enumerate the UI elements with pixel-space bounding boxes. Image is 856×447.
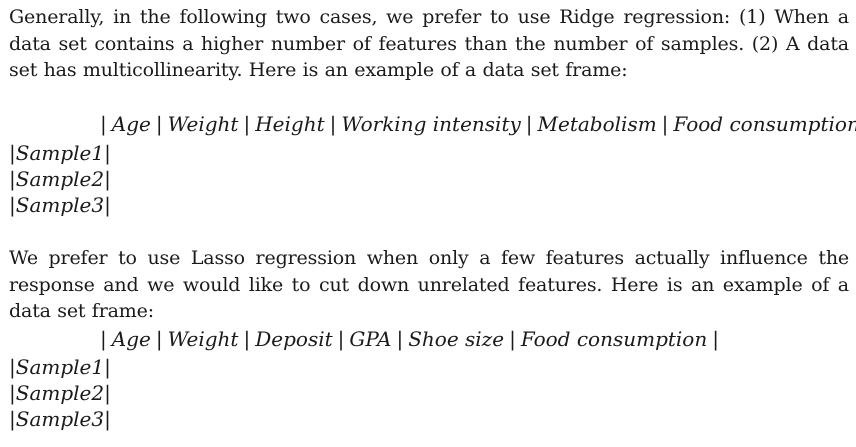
column-header-deposit: Deposit <box>255 327 333 351</box>
ridge-table-row: |Sample2| <box>9 166 111 192</box>
sample-label: Sample1 <box>15 141 105 165</box>
column-separator: | <box>100 327 107 351</box>
column-separator: | <box>243 112 251 136</box>
row-bar: | <box>104 141 111 165</box>
column-header-height: Height <box>255 112 325 136</box>
sample-label: Sample1 <box>15 355 105 379</box>
row-bar: | <box>104 193 111 217</box>
column-separator: | <box>661 112 669 136</box>
column-header-gpa: GPA <box>349 327 392 351</box>
lasso-table-row: |Sample3| <box>9 406 111 432</box>
column-separator: | <box>155 112 163 136</box>
column-separator: | <box>329 112 337 136</box>
column-header-food-consumption: Food consumption <box>520 327 708 351</box>
column-header-age: Age <box>111 112 151 136</box>
column-header-shoe-size: Shoe size <box>408 327 505 351</box>
row-bar: | <box>9 355 16 379</box>
column-separator: | <box>396 327 404 351</box>
lasso-table-row: |Sample1| <box>9 354 111 380</box>
row-bar: | <box>104 381 111 405</box>
ridge-paragraph: Generally, in the following two cases, w… <box>9 6 849 81</box>
column-header-weight: Weight <box>167 327 239 351</box>
sample-label: Sample2 <box>15 167 105 191</box>
row-bar: | <box>104 167 111 191</box>
sample-label: Sample3 <box>15 407 105 431</box>
column-separator: | <box>509 327 516 351</box>
lasso-paragraph: We prefer to use Lasso regression when o… <box>9 247 849 322</box>
column-header-weight: Weight <box>167 112 239 136</box>
column-header-working-intensity: Working intensity <box>341 112 521 136</box>
column-separator: | <box>337 327 345 351</box>
column-separator: | <box>712 327 719 351</box>
row-bar: | <box>9 407 16 431</box>
column-separator: | <box>243 327 251 351</box>
column-header-metabolism: Metabolism <box>537 112 657 136</box>
lasso-table-row: |Sample2| <box>9 380 111 406</box>
row-bar: | <box>9 381 16 405</box>
row-bar: | <box>9 141 16 165</box>
sample-label: Sample3 <box>15 193 105 217</box>
column-header-food-consumption: Food consumption <box>673 112 856 136</box>
row-bar: | <box>104 407 111 431</box>
column-header-age: Age <box>111 327 151 351</box>
column-separator: | <box>155 327 163 351</box>
column-separator: | <box>100 112 107 136</box>
sample-label: Sample2 <box>15 381 105 405</box>
lasso-table-header: | Age | Weight | Deposit | GPA | Shoe size | Food c… <box>100 326 724 352</box>
ridge-table-header: | Age | Weight | Height | Working intensity | Met… <box>100 111 856 137</box>
row-bar: | <box>9 167 16 191</box>
column-separator: | <box>525 112 533 136</box>
ridge-table-row: |Sample3| <box>9 192 111 218</box>
row-bar: | <box>104 355 111 379</box>
row-bar: | <box>9 193 16 217</box>
document-page: Generally, in the following two cases, w… <box>0 0 856 447</box>
ridge-table-row: |Sample1| <box>9 140 111 166</box>
